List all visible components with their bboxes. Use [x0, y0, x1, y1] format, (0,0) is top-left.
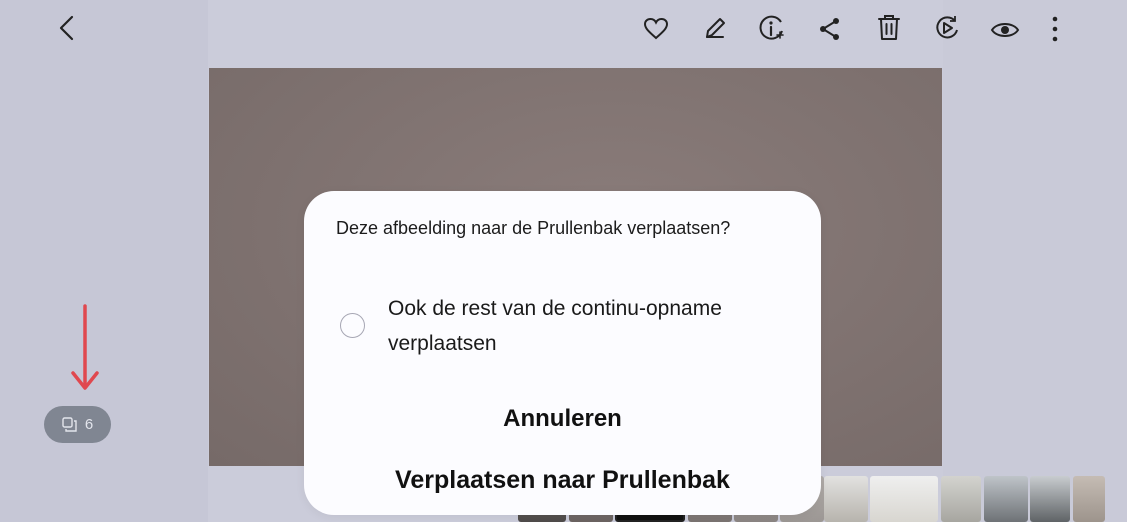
filmstrip-thumbnail[interactable] [1073, 476, 1105, 522]
filmstrip-thumbnail[interactable] [824, 476, 868, 522]
trash-icon [878, 15, 900, 40]
include-burst-label: Ook de rest van de continu-opname verpla… [388, 297, 722, 355]
remaster-button[interactable] [933, 14, 961, 42]
filmstrip-thumbnail[interactable] [1030, 476, 1070, 522]
filmstrip-thumbnail[interactable] [941, 476, 981, 522]
pencil-icon [706, 18, 725, 38]
heart-icon [643, 17, 669, 40]
move-to-trash-dialog: Deze afbeelding naar de Prullenbak verpl… [304, 191, 821, 515]
remaster-icon [936, 16, 958, 39]
more-vertical-icon [1052, 16, 1058, 42]
share-icon [820, 18, 839, 40]
filmstrip-thumbnail[interactable] [870, 476, 938, 522]
favorite-button[interactable] [643, 17, 669, 41]
info-icon [759, 15, 784, 40]
include-burst-option[interactable]: Ook de rest van de continu-opname verpla… [340, 291, 800, 371]
burst-count-badge[interactable]: 6 [44, 406, 111, 443]
eye-icon [990, 23, 1020, 37]
details-button[interactable] [757, 14, 787, 44]
right-panel [943, 0, 1127, 522]
left-panel [0, 0, 208, 522]
move-to-trash-button[interactable]: Verplaatsen naar Prullenbak [304, 466, 821, 495]
dialog-message: Deze afbeelding naar de Prullenbak verpl… [336, 218, 731, 238]
burst-stack-icon [62, 416, 77, 432]
view-button[interactable] [990, 19, 1020, 41]
back-button[interactable] [55, 14, 79, 42]
burst-count: 6 [84, 416, 94, 433]
chevron-left-icon [59, 15, 74, 41]
annotation-arrow [70, 303, 100, 398]
filmstrip-thumbnail[interactable] [984, 476, 1028, 522]
more-options-button[interactable] [1049, 15, 1061, 43]
share-button[interactable] [818, 16, 842, 42]
cancel-button[interactable]: Annuleren [304, 405, 821, 433]
include-burst-radio[interactable] [340, 313, 365, 338]
arrow-down-icon [71, 304, 99, 390]
delete-button[interactable] [876, 13, 902, 43]
edit-button[interactable] [703, 15, 727, 41]
